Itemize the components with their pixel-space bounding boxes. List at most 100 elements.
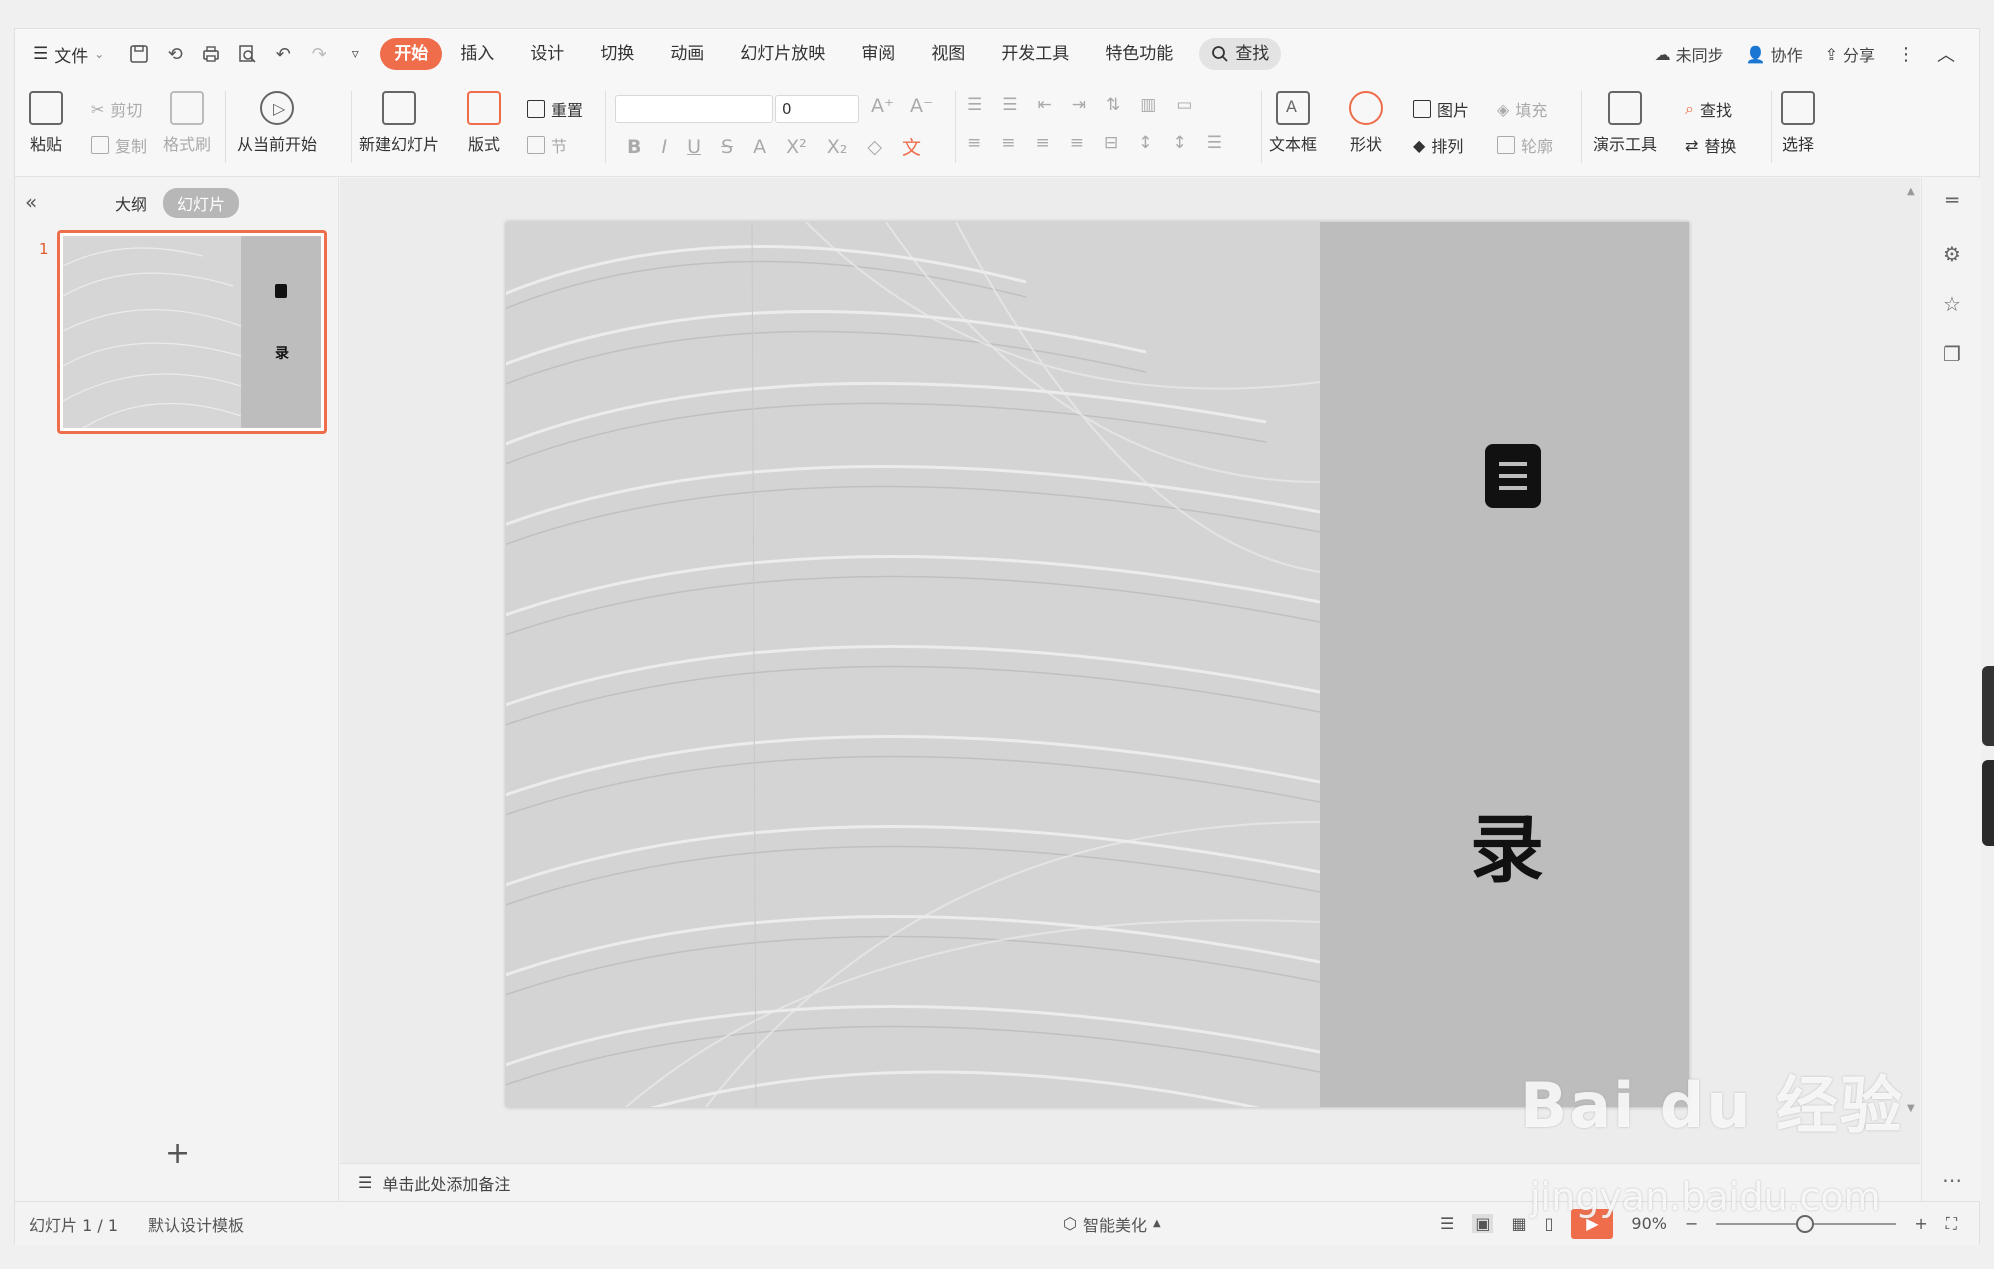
align-right-icon[interactable]: ≡	[1036, 133, 1050, 153]
clear-format-icon[interactable]: ◇	[867, 136, 882, 158]
side-handle[interactable]	[1982, 666, 1994, 746]
zoom-in-icon[interactable]: +	[1914, 1214, 1927, 1233]
tab-8[interactable]: 开发工具	[983, 38, 1087, 70]
play-from-current-button[interactable]: ▷ 从当前开始	[237, 91, 317, 155]
increase-indent-icon[interactable]: ⇥	[1072, 95, 1086, 115]
select-label: 选择	[1781, 135, 1814, 154]
shape-button[interactable]: 形状	[1349, 91, 1383, 155]
slide-thumbnail[interactable]: 录	[57, 230, 327, 434]
font-size-value: 0	[782, 100, 792, 118]
align-center-icon[interactable]: ≡	[1001, 133, 1015, 153]
fill-button[interactable]: ◈ 填充	[1497, 97, 1547, 121]
layout-button[interactable]: 版式	[467, 91, 501, 155]
title-char-mu[interactable]	[1485, 444, 1541, 508]
paragraph-spacing-icon[interactable]: ↕	[1173, 133, 1187, 153]
title-char-lu[interactable]: 录	[1470, 790, 1544, 897]
fit-window-icon[interactable]: ⛶	[1946, 1214, 1957, 1234]
align-left-icon[interactable]: ≡	[967, 133, 981, 153]
template-name[interactable]: 默认设计模板	[148, 1212, 244, 1236]
side-handle[interactable]	[1982, 760, 1994, 846]
select-button[interactable]: 选择	[1781, 91, 1815, 155]
notes-toggle-icon[interactable]: ☰	[1440, 1214, 1454, 1233]
share-button[interactable]: ⇪ 分享	[1825, 42, 1875, 66]
smart-beautify-button[interactable]: ⬡ 智能美化 ▲	[1063, 1212, 1161, 1236]
find-button[interactable]: ⌕ 查找	[1685, 97, 1732, 121]
distribute-icon[interactable]: ⊟	[1104, 133, 1118, 153]
more-options-icon[interactable]: ⋮	[1897, 44, 1915, 65]
copy-button[interactable]: 复制	[91, 133, 147, 157]
reset-button[interactable]: 重置	[527, 97, 583, 121]
tab-7[interactable]: 视图	[913, 38, 983, 70]
scroll-down-icon[interactable]: ▼	[1907, 1103, 1915, 1114]
save-icon[interactable]	[128, 43, 150, 65]
text-direction-icon[interactable]: ⇅	[1106, 95, 1120, 115]
subscript-icon[interactable]: X₂	[827, 136, 848, 158]
section-label: 节	[551, 137, 568, 156]
add-slide-button[interactable]: +	[165, 1136, 190, 1171]
print-icon[interactable]	[200, 43, 222, 65]
tab-0[interactable]: 开始	[380, 38, 443, 70]
list-style-icon[interactable]: ☰	[1207, 133, 1222, 153]
slide-canvas[interactable]: 录	[506, 222, 1689, 1107]
zoom-slider[interactable]	[1716, 1214, 1897, 1233]
line-spacing-icon[interactable]: ↕	[1138, 133, 1152, 153]
format-icon[interactable]: ⟲	[164, 43, 186, 65]
collapse-panel-icon[interactable]: «	[25, 190, 37, 214]
normal-view-icon[interactable]: ▣	[1472, 1214, 1494, 1233]
format-painter-button[interactable]: 格式刷	[163, 91, 211, 155]
collapse-ribbon-icon[interactable]: ︿	[1937, 41, 1955, 67]
tab-outline[interactable]: 大纲	[115, 191, 147, 215]
numbered-list-icon[interactable]: ☰	[1002, 95, 1017, 115]
outline-button[interactable]: 轮廓	[1497, 133, 1553, 157]
scroll-up-icon[interactable]: ▲	[1907, 186, 1915, 197]
bullet-list-icon[interactable]: ☰	[967, 95, 982, 115]
superscript-icon[interactable]: X²	[786, 136, 807, 158]
text-box-button[interactable]: A 文本框	[1269, 91, 1317, 155]
print-preview-icon[interactable]	[236, 43, 258, 65]
justify-icon[interactable]: ≡	[1070, 133, 1084, 153]
replace-button[interactable]: ⇄ 替换	[1685, 133, 1736, 157]
tab-5[interactable]: 幻灯片放映	[722, 38, 843, 70]
tab-9[interactable]: 特色功能	[1087, 38, 1191, 70]
tab-6[interactable]: 审阅	[843, 38, 913, 70]
columns-icon[interactable]: ▥	[1140, 95, 1156, 115]
bold-icon[interactable]: B	[627, 136, 641, 158]
increase-font-icon[interactable]: A⁺	[871, 95, 894, 117]
tab-slides[interactable]: 幻灯片	[163, 188, 240, 218]
file-menu[interactable]: ☰ 文件 ⌄	[33, 42, 104, 67]
vertical-scrollbar[interactable]: ▲ ▼	[1903, 178, 1919, 1163]
font-family-select[interactable]	[615, 95, 773, 123]
settings-slider-icon[interactable]: ⚙	[1940, 242, 1964, 266]
search-button[interactable]: 查找	[1199, 38, 1282, 70]
picture-button[interactable]: 图片	[1413, 97, 1469, 121]
text-fit-icon[interactable]: ▭	[1176, 95, 1192, 115]
italic-icon[interactable]: I	[661, 136, 667, 158]
font-color-icon[interactable]: A	[753, 136, 766, 158]
cut-button[interactable]: ✂ 剪切	[91, 97, 142, 121]
slide-sorter-icon[interactable]: ▦	[1511, 1214, 1526, 1233]
tab-1[interactable]: 插入	[442, 38, 512, 70]
strikethrough-icon[interactable]: S	[721, 136, 733, 158]
collaborate-button[interactable]: 👤 协作	[1746, 42, 1803, 66]
copy-window-icon[interactable]: ❐	[1940, 342, 1964, 366]
presentation-tools-button[interactable]: 演示工具	[1593, 91, 1657, 155]
paste-button[interactable]: 粘贴	[29, 91, 63, 155]
section-button[interactable]: 节	[527, 133, 567, 157]
phonetic-icon[interactable]: 文	[902, 133, 921, 160]
more-icon[interactable]: ⋯	[1940, 1168, 1964, 1192]
star-icon[interactable]: ☆	[1940, 292, 1964, 316]
redo-icon[interactable]: ↷	[308, 43, 330, 65]
font-size-select[interactable]: 0	[775, 95, 859, 123]
tab-2[interactable]: 设计	[512, 38, 582, 70]
new-slide-button[interactable]: 新建幻灯片	[359, 91, 439, 155]
sync-button[interactable]: ☁ 未同步	[1655, 42, 1724, 66]
decrease-indent-icon[interactable]: ⇤	[1038, 95, 1052, 115]
tab-3[interactable]: 切换	[582, 38, 652, 70]
customize-toolbar-icon[interactable]: ▿	[344, 43, 366, 65]
arrange-button[interactable]: ◆ 排列	[1413, 133, 1463, 157]
decrease-font-icon[interactable]: A⁻	[910, 95, 933, 117]
underline-icon[interactable]: U	[687, 136, 701, 158]
tab-4[interactable]: 动画	[652, 38, 722, 70]
undo-icon[interactable]: ↶	[272, 43, 294, 65]
panel-menu-icon[interactable]: ═	[1940, 188, 1964, 212]
